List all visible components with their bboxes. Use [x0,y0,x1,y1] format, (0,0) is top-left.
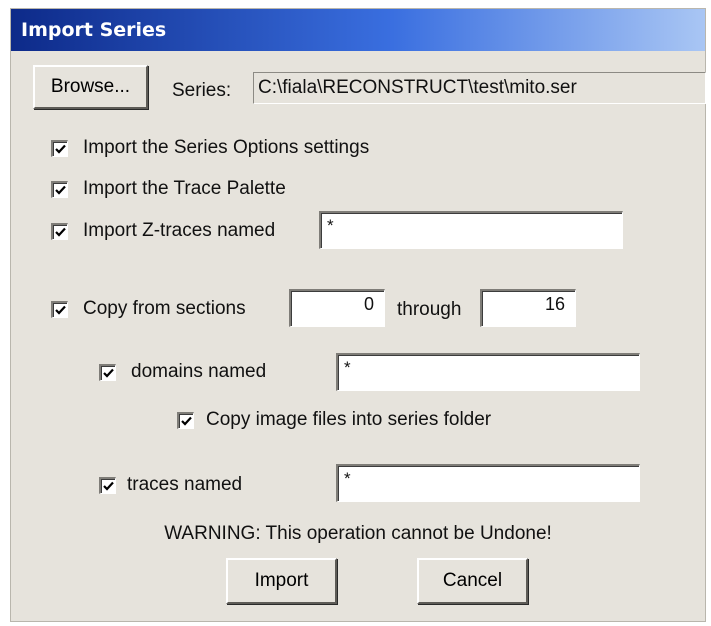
through-label: through [397,299,462,320]
copy-sections-checkbox[interactable] [51,300,68,318]
checkmark-icon [103,481,114,491]
browse-button[interactable]: Browse... [33,65,148,109]
import-series-dialog: Import Series Browse... Series: C:\fiala… [10,8,706,622]
copy-sections-row[interactable]: Copy from sections [51,298,246,320]
title-bar[interactable]: Import Series [11,9,705,51]
checkmark-icon [55,227,66,237]
series-options-row[interactable]: Import the Series Options settings [51,137,369,159]
copy-images-checkbox[interactable] [177,411,194,429]
domains-row[interactable]: domains named [99,361,266,383]
import-button[interactable]: Import [226,558,337,604]
series-options-label: Import the Series Options settings [83,137,370,158]
domains-name-input[interactable]: * [336,353,640,391]
cancel-button[interactable]: Cancel [417,558,528,604]
trace-palette-label: Import the Trace Palette [83,178,286,199]
copy-images-label: Copy image files into series folder [206,409,492,430]
traces-name-input[interactable]: * [336,464,640,502]
copy-images-row[interactable]: Copy image files into series folder [177,409,491,431]
traces-checkbox[interactable] [99,476,116,494]
series-label: Series: [172,80,232,101]
copy-sections-label: Copy from sections [83,298,246,319]
section-from-input[interactable]: 0 [289,289,385,327]
checkmark-icon [55,185,66,195]
series-path-field: C:\fiala\RECONSTRUCT\test\mito.ser [253,72,706,104]
warning-text: WARNING: This operation cannot be Undone… [164,523,552,544]
checkmark-icon [55,305,66,315]
traces-row[interactable]: traces named [99,474,242,496]
trace-palette-row[interactable]: Import the Trace Palette [51,178,286,200]
window-title: Import Series [21,19,167,41]
series-options-checkbox[interactable] [51,139,68,157]
domains-checkbox[interactable] [99,363,116,381]
section-to-input[interactable]: 16 [480,289,576,327]
traces-label: traces named [127,474,243,495]
ztraces-label: Import Z-traces named [83,220,276,241]
ztraces-row[interactable]: Import Z-traces named [51,220,275,242]
ztraces-name-input[interactable]: * [319,211,623,249]
trace-palette-checkbox[interactable] [51,180,68,198]
ztraces-checkbox[interactable] [51,222,68,240]
checkmark-icon [103,368,114,378]
checkmark-icon [55,144,66,154]
domains-label: domains named [131,361,267,382]
checkmark-icon [181,416,192,426]
